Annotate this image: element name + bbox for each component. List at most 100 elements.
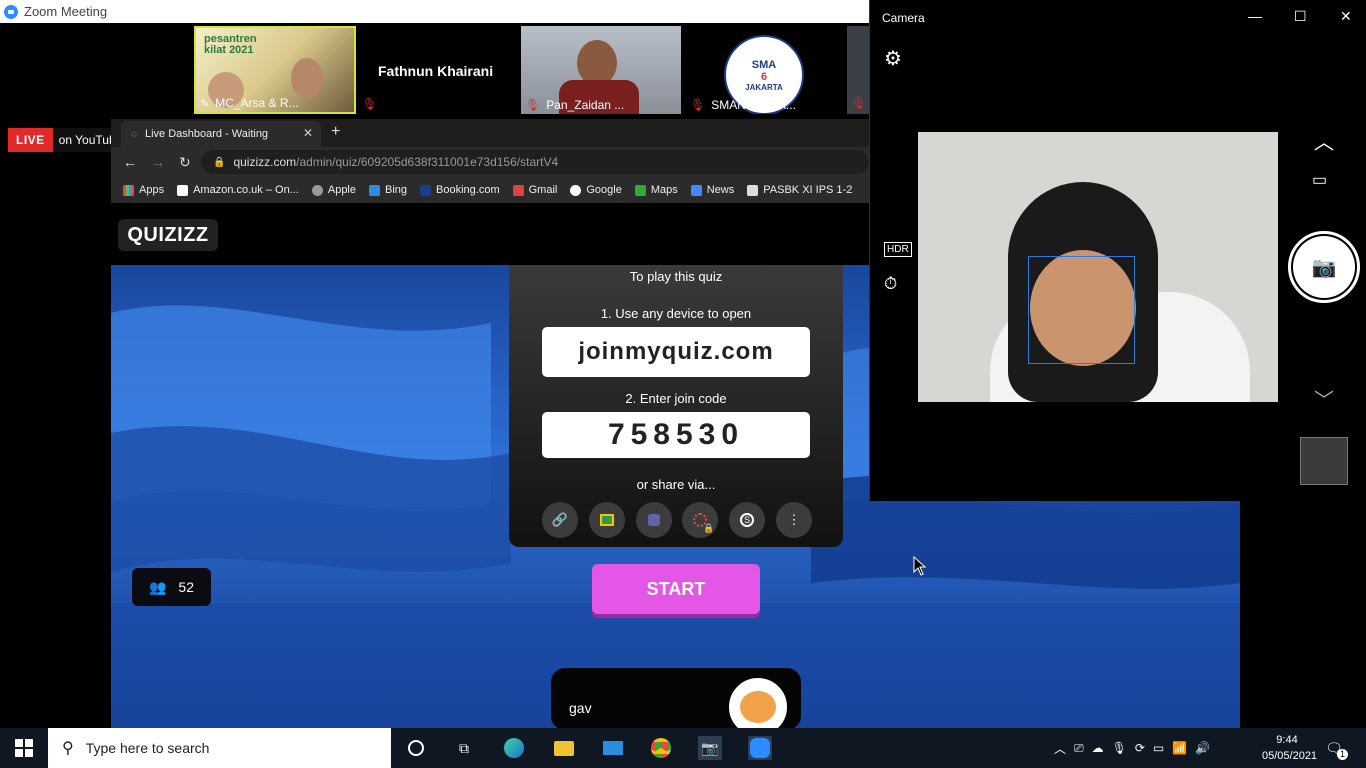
instructions-title: To play this quiz xyxy=(629,269,723,284)
task-view-icon[interactable]: ⧉ xyxy=(452,736,476,760)
participant-name-only: Fathnun Khairani xyxy=(378,63,494,79)
bookmark-booking[interactable]: Booking.com xyxy=(420,184,500,196)
bookmark-pasbk[interactable]: PASBK XI IPS 1-2 xyxy=(747,184,852,196)
schoology-icon[interactable]: S xyxy=(729,502,766,538)
wifi-icon[interactable]: 📶 xyxy=(1172,741,1187,755)
taskbar-search[interactable]: ⚲ Type here to search xyxy=(48,728,391,768)
video-mode-icon[interactable]: ▭ xyxy=(1312,170,1327,190)
bing-icon xyxy=(369,184,380,196)
file-explorer-icon[interactable] xyxy=(552,736,576,760)
amazon-icon xyxy=(177,184,189,196)
chrome-icon[interactable] xyxy=(649,736,673,760)
bookmark-label: Amazon.co.uk – On... xyxy=(193,184,299,196)
chevron-down-icon[interactable]: ﹀ xyxy=(1314,384,1334,413)
participant-label: ✎ MC_Arsa & R... xyxy=(200,96,299,110)
participant-tile[interactable]: 🎙 xyxy=(847,26,870,114)
close-tab-icon[interactable]: ✕ xyxy=(303,126,313,140)
onedrive-icon[interactable]: ☁ xyxy=(1092,741,1104,755)
address-bar[interactable]: 🔒 quizizz.com/admin/quiz/609205d638f3110… xyxy=(201,150,869,174)
forward-icon[interactable]: → xyxy=(151,154,165,170)
maximize-icon[interactable]: ☐ xyxy=(1294,8,1307,25)
folder-icon xyxy=(747,184,759,196)
step-two-label: 2. Enter join code xyxy=(625,391,727,406)
mail-icon[interactable] xyxy=(601,736,625,760)
bookmark-google[interactable]: Google xyxy=(570,184,622,196)
participant-name: SMAN6 JAKA... xyxy=(711,98,796,112)
more-icon[interactable]: ⋮ xyxy=(775,502,812,538)
bookmark-amazon[interactable]: Amazon.co.uk – On... xyxy=(177,184,299,196)
gear-icon[interactable]: ⚙ xyxy=(884,46,902,71)
new-tab-icon[interactable]: + xyxy=(331,123,340,141)
bookmark-maps[interactable]: Maps xyxy=(634,184,678,196)
tab-live-dashboard[interactable]: ◌ Live Dashboard - Waiting ✕ xyxy=(121,121,321,147)
participant-tile[interactable]: SMA 6 JAKARTA 🎙 SMAN6 JAKA... xyxy=(686,26,804,114)
system-clock[interactable]: 9:44 05/05/2021 xyxy=(1262,732,1317,764)
volume-icon[interactable]: 🔊 xyxy=(1195,741,1210,755)
bookmark-apple[interactable]: Apple xyxy=(311,184,356,196)
chevron-up-icon[interactable]: ︿ xyxy=(1054,740,1066,757)
bookmark-apps[interactable]: Apps xyxy=(123,184,164,196)
last-capture-thumbnail[interactable] xyxy=(1300,437,1348,485)
join-instructions-panel: To play this quiz 1. Use any device to o… xyxy=(509,265,843,547)
booking-icon xyxy=(420,184,432,196)
reload-icon[interactable]: ↻ xyxy=(179,154,191,171)
battery-icon[interactable]: ▭ xyxy=(1153,741,1164,755)
bookmark-label: News xyxy=(706,184,735,196)
google-classroom-icon[interactable] xyxy=(588,502,625,538)
start-button[interactable]: START xyxy=(592,564,760,614)
system-tray: ︿ ⎚ ☁ 🎙 ⟳ ▭ 📶 🔊 xyxy=(1054,728,1210,768)
notifications-icon[interactable]: 🗨 1 xyxy=(1322,736,1348,760)
camera-window: Camera — ☐ ✕ ⚙ HDR ⏱ ︿ ▭ 📷 ﹀ xyxy=(869,0,1366,501)
cortana-icon[interactable] xyxy=(404,736,428,760)
bookmark-news[interactable]: News xyxy=(690,184,735,196)
url-path: /admin/quiz/609205d638f311001e73d156/sta… xyxy=(296,155,559,169)
back-icon[interactable]: ← xyxy=(123,154,137,170)
camera-title: Camera xyxy=(882,11,925,25)
bookmark-label: Apps xyxy=(139,184,165,196)
participant-name: MC_Arsa & R... xyxy=(215,96,299,110)
quizizz-favicon-icon: ◌ xyxy=(131,128,137,140)
bookmark-label: Booking.com xyxy=(436,184,500,196)
player-name: gav xyxy=(569,700,592,716)
microphone-icon[interactable]: 🎙 xyxy=(1112,741,1127,755)
bookmark-label: PASBK XI IPS 1-2 xyxy=(763,184,853,196)
bookmarks-bar: Apps Amazon.co.uk – On... Apple Bing Boo… xyxy=(111,177,869,203)
remind-icon[interactable]: 🔒 xyxy=(682,502,719,538)
timer-icon[interactable]: ⏱ xyxy=(884,274,897,294)
participant-face xyxy=(291,58,323,98)
camera-preview xyxy=(918,132,1278,402)
teams-icon[interactable] xyxy=(635,502,672,538)
logo-text: SMA xyxy=(751,58,777,71)
search-icon: ⚲ xyxy=(62,740,74,757)
tab-strip: ◌ Live Dashboard - Waiting ✕ + xyxy=(111,119,869,147)
player-card[interactable]: gav xyxy=(551,668,801,728)
meet-now-icon[interactable]: ⎚ xyxy=(1074,741,1084,756)
update-icon[interactable]: ⟳ xyxy=(1135,741,1145,755)
windows-taskbar: ⚲ Type here to search ⧉ 📷 ︿ ⎚ ☁ 🎙 ⟳ ▭ 📶 … xyxy=(0,728,1366,768)
participant-tile[interactable]: pesantren kilat 2021 ✎ MC_Arsa & R... xyxy=(194,26,356,114)
participant-tile[interactable]: 🎙 Pan_Zaidan ... xyxy=(521,26,681,114)
bookmark-gmail[interactable]: Gmail xyxy=(512,184,557,196)
chevron-up-icon[interactable]: ︿ xyxy=(1314,126,1334,155)
minimize-icon[interactable]: — xyxy=(1248,8,1262,24)
hdr-icon[interactable]: HDR xyxy=(884,242,912,257)
quizizz-logo[interactable]: QUIZIZZ xyxy=(118,219,218,251)
gmail-icon xyxy=(512,184,524,196)
zoom-app-icon[interactable] xyxy=(748,736,772,760)
google-icon xyxy=(570,184,582,196)
photo-capture-button[interactable]: 📷 xyxy=(1288,231,1360,303)
camera-app-icon[interactable]: 📷 xyxy=(698,736,722,760)
close-icon[interactable]: ✕ xyxy=(1340,8,1352,25)
apps-grid-icon xyxy=(123,184,134,196)
edge-icon[interactable] xyxy=(502,736,526,760)
link-icon[interactable]: 🔗 xyxy=(542,502,578,538)
face-detection-box xyxy=(1028,256,1135,364)
windows-start-icon[interactable] xyxy=(12,736,36,760)
join-url-box[interactable]: joinmyquiz.com xyxy=(542,327,810,377)
bookmark-label: Google xyxy=(586,184,622,196)
join-code-box[interactable]: 758530 xyxy=(542,412,810,458)
apple-icon xyxy=(311,184,323,196)
poster-text: pesantren kilat 2021 xyxy=(204,33,257,56)
notification-count: 1 xyxy=(1337,749,1348,760)
bookmark-bing[interactable]: Bing xyxy=(369,184,407,196)
